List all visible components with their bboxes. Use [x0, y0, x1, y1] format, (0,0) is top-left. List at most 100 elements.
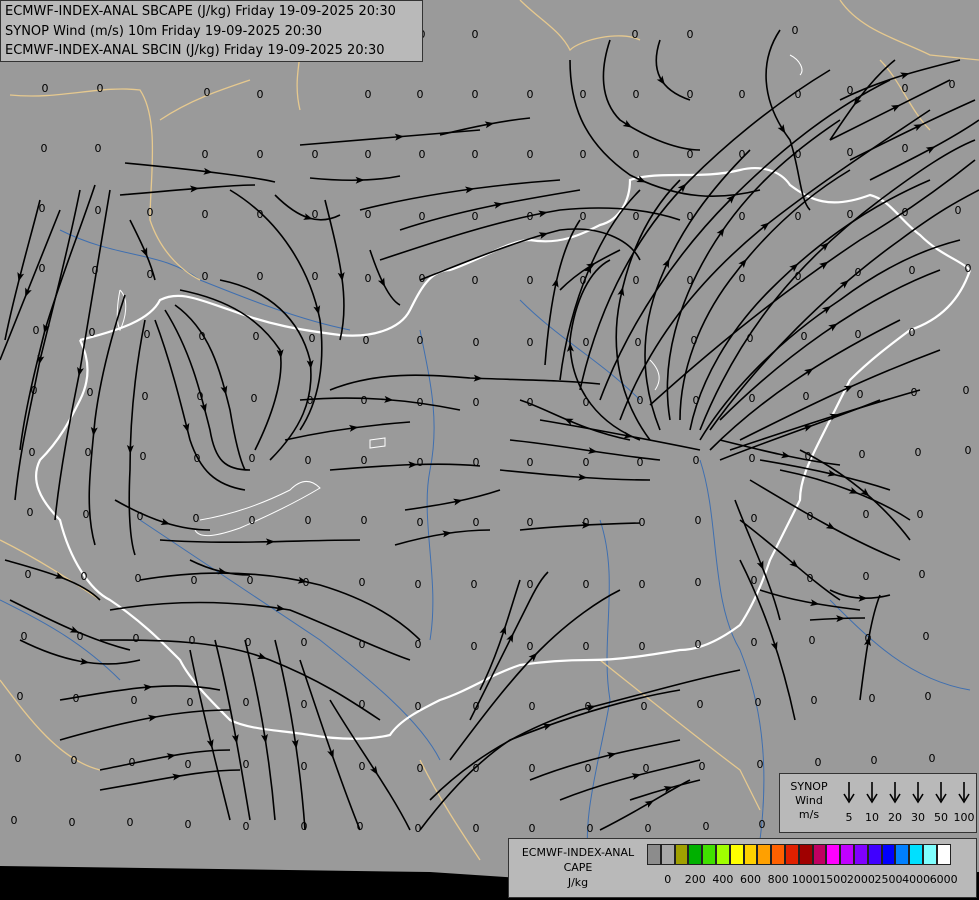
cape-legend-title-2: CAPE [563, 861, 593, 874]
cape-tick-label: 200 [684, 873, 706, 886]
station-value: 0 [472, 148, 479, 161]
station-value: 0 [191, 574, 198, 587]
station-value: 0 [417, 762, 424, 775]
wind-legend-item: 30 [907, 780, 929, 824]
station-value: 0 [365, 272, 372, 285]
station-value: 0 [925, 690, 932, 703]
station-value: 0 [142, 390, 149, 403]
cape-swatch [688, 844, 703, 865]
station-value: 0 [795, 88, 802, 101]
station-value: 0 [527, 88, 534, 101]
station-value: 0 [739, 148, 746, 161]
station-value: 0 [197, 390, 204, 403]
weather-map: 0 0 0 0 0 0 0 0 0 0 0 0 0 0 0 0 0 0 0 0 0 0 0 0 0 0 0 0 0 0 0 0 0 0 0 0 0 0 0 0… [0, 0, 979, 900]
cape-swatch [826, 844, 841, 865]
station-value: 0 [42, 82, 49, 95]
station-value: 0 [965, 262, 972, 275]
station-value: 0 [909, 264, 916, 277]
station-value: 0 [902, 206, 909, 219]
station-value: 0 [587, 822, 594, 835]
station-value: 0 [527, 456, 534, 469]
cape-tick-label: 2000 [846, 873, 875, 886]
wind-legend-item: 5 [838, 780, 860, 824]
station-value: 0 [749, 452, 756, 465]
station-value: 0 [695, 638, 702, 651]
station-value: 0 [527, 516, 534, 529]
station-value: 0 [807, 510, 814, 523]
title-sbcape: ECMWF-INDEX-ANAL SBCAPE (J/kg) Friday 19… [5, 4, 396, 19]
station-value: 0 [417, 396, 424, 409]
station-value: 0 [699, 760, 706, 773]
station-value: 0 [309, 332, 316, 345]
station-value: 0 [359, 638, 366, 651]
station-value: 0 [871, 754, 878, 767]
station-value: 0 [583, 456, 590, 469]
station-value: 0 [417, 516, 424, 529]
cape-tick-label: 2500 [874, 873, 903, 886]
station-value: 0 [687, 210, 694, 223]
cape-swatch [674, 844, 689, 865]
station-value: 0 [243, 696, 250, 709]
wind-legend-value: 5 [845, 811, 853, 824]
down-arrow-icon [935, 782, 947, 804]
station-value: 0 [33, 324, 40, 337]
station-value: 0 [865, 632, 872, 645]
station-value: 0 [805, 450, 812, 463]
station-value: 0 [83, 508, 90, 521]
station-value: 0 [472, 210, 479, 223]
station-value: 0 [301, 636, 308, 649]
station-value: 0 [583, 578, 590, 591]
title-sbcin: ECMWF-INDEX-ANAL SBCIN (J/kg) Friday 19-… [5, 43, 385, 58]
station-value: 0 [585, 700, 592, 713]
station-value: 0 [580, 148, 587, 161]
station-value: 0 [902, 82, 909, 95]
station-value: 0 [641, 700, 648, 713]
station-value: 0 [15, 752, 22, 765]
station-value: 0 [363, 334, 370, 347]
cape-swatch [840, 844, 854, 865]
station-value: 0 [527, 396, 534, 409]
station-value: 0 [739, 272, 746, 285]
cape-tick-label: 0 [664, 873, 672, 886]
cape-legend: ECMWF-INDEX-ANAL CAPE J/kg 0 200 400 600 800… [508, 838, 977, 898]
station-value: 0 [795, 270, 802, 283]
cape-legend-title-3: J/kg [567, 876, 589, 889]
station-value: 0 [194, 452, 201, 465]
cape-swatch [853, 844, 868, 865]
station-value: 0 [89, 326, 96, 339]
station-value: 0 [417, 334, 424, 347]
station-value: 0 [473, 456, 480, 469]
station-value: 0 [529, 822, 536, 835]
cape-legend-title-1: ECMWF-INDEX-ANAL [521, 846, 635, 859]
station-value: 0 [144, 328, 151, 341]
cape-swatch [702, 844, 716, 865]
cape-swatch [757, 844, 772, 865]
station-value: 0 [755, 696, 762, 709]
station-value: 0 [949, 78, 956, 91]
station-value: 0 [869, 692, 876, 705]
station-value: 0 [301, 820, 308, 833]
station-value: 0 [697, 698, 704, 711]
cape-swatch [922, 844, 937, 865]
station-value: 0 [29, 446, 36, 459]
cape-swatch [729, 844, 744, 865]
station-value: 0 [243, 820, 250, 833]
station-value: 0 [580, 88, 587, 101]
station-value: 0 [140, 450, 147, 463]
station-value: 0 [963, 384, 970, 397]
wind-legend-title-3: m/s [798, 808, 820, 821]
down-arrow-icon [912, 782, 924, 804]
station-value: 0 [137, 510, 144, 523]
station-value: 0 [759, 818, 766, 831]
station-value: 0 [25, 568, 32, 581]
station-value: 0 [639, 516, 646, 529]
station-value: 0 [855, 266, 862, 279]
station-value: 0 [855, 328, 862, 341]
station-value: 0 [687, 88, 694, 101]
station-value: 0 [185, 818, 192, 831]
station-value: 0 [472, 28, 479, 41]
station-value: 0 [17, 690, 24, 703]
cape-tick-label: 600 [740, 873, 761, 886]
station-value: 0 [917, 508, 924, 521]
map-title-box: ECMWF-INDEX-ANAL SBCAPE (J/kg) Friday 19… [0, 0, 423, 62]
